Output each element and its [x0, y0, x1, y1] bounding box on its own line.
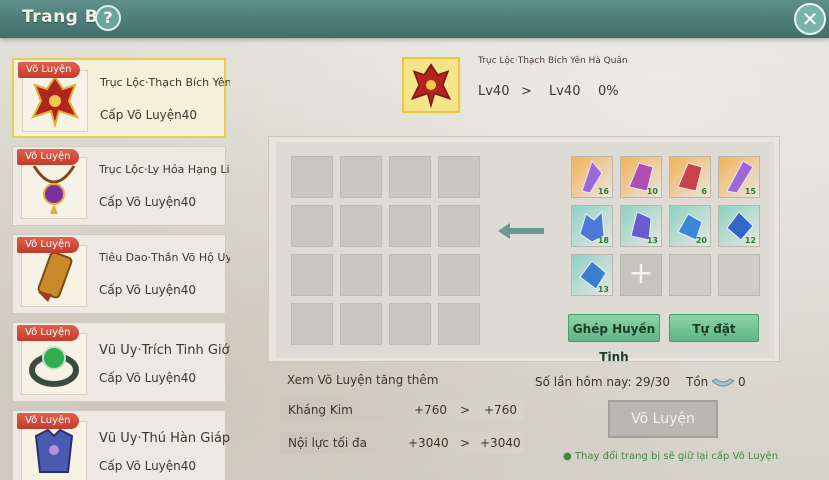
empty-material-slot — [669, 254, 711, 296]
equipment-list[interactable]: Võ Luyện Trục Lộc·Thạch Bích Yên Hà Quân… — [8, 52, 230, 480]
compose-crystal-button[interactable]: Ghép Huyền Tinh — [568, 314, 660, 364]
empty-slot[interactable] — [438, 205, 480, 247]
arrow-left-icon — [498, 223, 544, 239]
stat-label: Kháng Kim — [288, 403, 353, 417]
empty-slot[interactable] — [389, 156, 431, 198]
item-level: Cấp Võ Luyện40 — [99, 195, 197, 209]
crystal-material[interactable]: 13 — [571, 254, 613, 296]
stat-arrow: > — [460, 436, 471, 450]
crystal-material[interactable]: 12 — [718, 205, 760, 247]
crystal-material[interactable]: 15 — [718, 156, 760, 198]
item-tag: Võ Luyện — [17, 149, 79, 165]
empty-slot[interactable] — [291, 205, 333, 247]
title-bar: Trang Bị ? ✕ — [0, 0, 829, 38]
item-level: Cấp Võ Luyện40 — [99, 283, 197, 297]
crystal-material[interactable]: 6 — [669, 156, 711, 198]
item-name: Vũ Uy·Trích Tinh Giới — [99, 343, 230, 358]
material-count: 15 — [744, 187, 756, 196]
page-title: Trang Bị — [22, 7, 105, 27]
stat-current: +3040 — [408, 436, 449, 450]
material-count: 13 — [597, 285, 609, 294]
material-count: 6 — [701, 187, 707, 196]
level-arrow: > — [521, 84, 532, 99]
daily-count: Số lần hôm nay: 29/30 — [535, 375, 670, 389]
empty-slot[interactable] — [438, 254, 480, 296]
item-tag: Võ Luyện — [17, 413, 79, 429]
material-count: 18 — [597, 236, 609, 245]
selected-item-name: Trục Lộc·Thạch Bích Yên Hà Quân — [478, 56, 628, 66]
stock-label: Tồn — [686, 375, 709, 389]
crystal-material[interactable]: 16 — [571, 156, 613, 198]
selected-item-icon — [402, 57, 460, 113]
stat-row: Kháng Kim +760 > +760 — [280, 399, 524, 421]
note-bullet-icon: ● — [563, 451, 572, 462]
item-level: Cấp Võ Luyện40 — [99, 371, 197, 385]
item-level: Cấp Võ Luyện40 — [100, 108, 198, 122]
item-name: Vũ Uy·Thú Hàn Giáp — [99, 431, 230, 446]
crystal-material[interactable]: 18 — [571, 205, 613, 247]
empty-slot[interactable] — [438, 156, 480, 198]
empty-slot[interactable] — [340, 156, 382, 198]
item-tag: Võ Luyện — [18, 62, 80, 78]
empty-slot[interactable] — [389, 205, 431, 247]
help-button[interactable]: ? — [95, 5, 121, 31]
progress-percent: 0% — [598, 84, 619, 99]
item-name: Tiêu Dao·Thần Võ Hộ Uyển — [99, 251, 230, 264]
empty-slot[interactable] — [291, 254, 333, 296]
empty-material-slot — [718, 254, 760, 296]
stat-current: +760 — [414, 403, 447, 417]
stat-row: Nội lực tối đa +3040 > +3040 — [280, 432, 524, 454]
stat-next: +3040 — [480, 436, 521, 450]
bracer-icon — [21, 245, 87, 307]
empty-slot[interactable] — [340, 205, 382, 247]
necklace-icon — [21, 157, 87, 219]
item-level: Cấp Võ Luyện40 — [99, 459, 197, 473]
stat-next: +760 — [484, 403, 517, 417]
empty-slot[interactable] — [291, 156, 333, 198]
list-item-4[interactable]: Võ Luyện Vũ Uy·Trích Tinh Giới Cấp Võ Lu… — [12, 322, 230, 402]
list-item-3[interactable]: Võ Luyện Tiêu Dao·Thần Võ Hộ Uyển Cấp Võ… — [12, 234, 230, 314]
stock-display: Tồn 0 — [686, 375, 746, 389]
info-note: ● Thay đổi trang bị sẽ giữ lại cấp Võ Lu… — [563, 451, 778, 462]
item-name: Trục Lộc·Ly Hỏa Hạng Liên — [99, 163, 230, 176]
empty-slot[interactable] — [389, 303, 431, 345]
empty-slot[interactable] — [438, 303, 480, 345]
material-count: 13 — [646, 236, 658, 245]
stat-label: Nội lực tối đa — [288, 436, 367, 450]
next-level: Lv40 — [549, 84, 581, 99]
crystal-material[interactable]: 20 — [669, 205, 711, 247]
material-count: 10 — [646, 187, 658, 196]
train-button[interactable]: Võ Luyện — [608, 400, 718, 438]
empty-slot[interactable] — [340, 254, 382, 296]
crimson-armor-icon — [22, 70, 88, 132]
stat-arrow: > — [460, 403, 471, 417]
crystal-material[interactable]: 10 — [620, 156, 662, 198]
note-text: Thay đổi trang bị sẽ giữ lại cấp Võ Luyệ… — [574, 451, 779, 462]
list-item-1[interactable]: Võ Luyện Trục Lộc·Thạch Bích Yên Hà Quân… — [12, 58, 230, 138]
auto-place-button[interactable]: Tự đặt — [669, 314, 759, 342]
material-count: 12 — [744, 236, 756, 245]
list-item-5[interactable]: Võ Luyện Vũ Uy·Thú Hàn Giáp Cấp Võ Luyện… — [12, 410, 230, 480]
close-button[interactable]: ✕ — [794, 3, 826, 35]
current-level: Lv40 — [478, 84, 510, 99]
empty-slot[interactable] — [291, 303, 333, 345]
armor-icon — [21, 421, 87, 480]
item-tag: Võ Luyện — [17, 325, 79, 341]
ring-icon — [21, 333, 87, 395]
material-count: 16 — [597, 187, 609, 196]
stock-value: 0 — [737, 375, 746, 389]
empty-slot[interactable] — [389, 254, 431, 296]
add-material-button[interactable]: + — [620, 254, 662, 296]
crystal-material[interactable]: 13 — [620, 205, 662, 247]
list-item-2[interactable]: Võ Luyện Trục Lộc·Ly Hỏa Hạng Liên Cấp V… — [12, 146, 230, 226]
material-count: 20 — [695, 236, 707, 245]
item-tag: Võ Luyện — [17, 237, 79, 253]
item-name: Trục Lộc·Thạch Bích Yên Hà Quân — [100, 76, 230, 89]
empty-slot[interactable] — [340, 303, 382, 345]
silver-boat-icon — [711, 377, 735, 386]
stats-title: Xem Võ Luyện tăng thêm — [287, 373, 439, 387]
